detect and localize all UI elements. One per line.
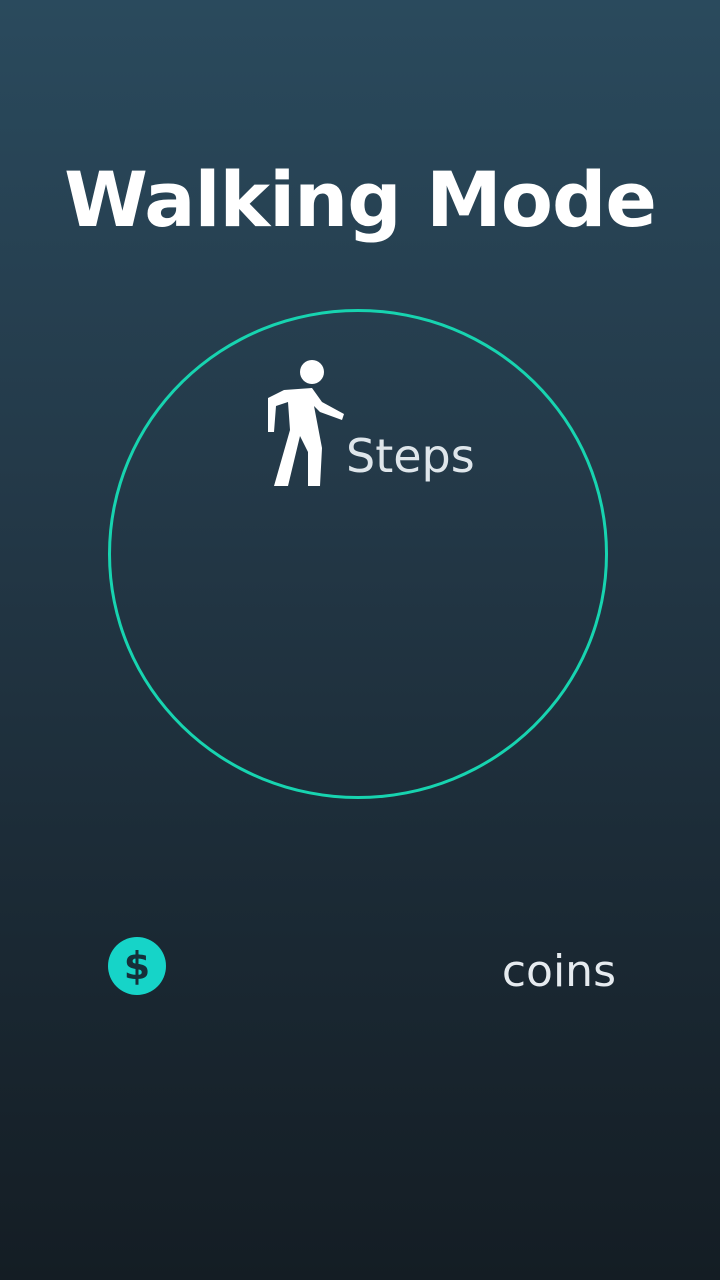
steps-label: Steps — [346, 429, 475, 483]
page-title: Walking Mode — [64, 155, 657, 244]
dollar-coin-icon: $ — [108, 937, 166, 995]
coins-label: coins — [501, 946, 616, 997]
walking-person-icon — [268, 360, 344, 486]
svg-text:$: $ — [124, 944, 150, 988]
step-counter-ring — [108, 309, 608, 799]
